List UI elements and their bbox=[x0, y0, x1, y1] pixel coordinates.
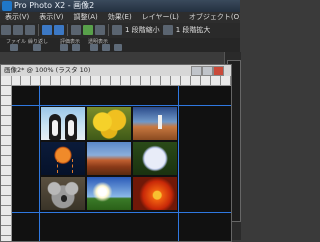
photo-koala[interactable] bbox=[40, 176, 86, 211]
photo-lighthouse[interactable] bbox=[132, 106, 178, 141]
menu-item-view-1[interactable]: 表示(V) bbox=[0, 12, 34, 23]
menu-item-adjust[interactable]: 調整(A) bbox=[69, 12, 103, 23]
menu-item-layer[interactable]: レイヤー(L) bbox=[137, 12, 184, 23]
zoom-out-button[interactable]: 1 段階縮小 bbox=[123, 23, 162, 38]
photo-sky[interactable] bbox=[86, 176, 132, 211]
crop-icon[interactable] bbox=[71, 25, 81, 35]
redo-icon[interactable] bbox=[54, 25, 64, 35]
photo-flower[interactable] bbox=[132, 176, 178, 211]
photo-penguins[interactable] bbox=[40, 106, 86, 141]
menu-item-view-2[interactable]: 表示(V) bbox=[34, 12, 68, 23]
zoom-in-icon[interactable] bbox=[162, 25, 173, 35]
toolbar-separator bbox=[108, 24, 109, 36]
save-icon[interactable] bbox=[25, 25, 35, 35]
zoom-out-icon[interactable] bbox=[112, 25, 122, 35]
new-icon[interactable] bbox=[1, 25, 11, 35]
rating-toggle-icon[interactable] bbox=[72, 44, 80, 51]
document-title: 画像2* @ 100% (ラスタ 10) bbox=[4, 66, 91, 74]
app-icon bbox=[2, 1, 12, 11]
window-titlebar: Pro Photo X2 - 画像2 bbox=[0, 0, 240, 12]
menu-item-effects[interactable]: 効果(E) bbox=[103, 12, 137, 23]
secondary-toolbar: ファイル 繰り返し 評価表示 透明表示 bbox=[0, 38, 240, 52]
document-titlebar[interactable]: 画像2* @ 100% (ラスタ 10) bbox=[1, 65, 231, 76]
guide-line-horizontal[interactable] bbox=[12, 212, 231, 213]
repeat-icon[interactable] bbox=[33, 44, 41, 51]
file-icon[interactable] bbox=[10, 44, 18, 51]
photo-jellyfish[interactable] bbox=[40, 141, 86, 176]
maximize-icon[interactable] bbox=[202, 66, 213, 76]
main-toolbar: 1 段階縮小 1 段階拡大 bbox=[0, 23, 240, 38]
open-icon[interactable] bbox=[13, 25, 23, 35]
window-title: Pro Photo X2 - 画像2 bbox=[14, 1, 95, 10]
horizontal-ruler[interactable] bbox=[11, 76, 231, 86]
undo-icon[interactable] bbox=[42, 25, 52, 35]
photo-hydrangea[interactable] bbox=[132, 141, 178, 176]
zoom-in-button[interactable]: 1 段階拡大 bbox=[174, 23, 213, 38]
transparency-icon[interactable] bbox=[90, 44, 98, 51]
vertical-ruler[interactable] bbox=[1, 76, 12, 241]
rating-icon[interactable] bbox=[60, 44, 68, 51]
toolbar-separator bbox=[38, 24, 39, 36]
guide-line-vertical[interactable] bbox=[178, 86, 179, 241]
photo-grid bbox=[40, 106, 178, 211]
rotate-icon[interactable] bbox=[95, 25, 105, 35]
photo-tulips[interactable] bbox=[86, 106, 132, 141]
image-canvas[interactable] bbox=[12, 86, 231, 241]
close-icon[interactable] bbox=[213, 66, 224, 76]
guide-icon[interactable] bbox=[114, 44, 122, 51]
menu-bar: 表示(V)表示(V)調整(A)効果(E)レイヤー(L)オブジェクト(O)文字 bbox=[0, 12, 240, 23]
adjust-icon[interactable] bbox=[83, 25, 93, 35]
grid-icon[interactable] bbox=[102, 44, 110, 51]
menu-item-object[interactable]: オブジェクト(O) bbox=[184, 12, 240, 23]
toolbar-separator bbox=[67, 24, 68, 36]
penguin-shape bbox=[49, 114, 61, 140]
photo-desert[interactable] bbox=[86, 141, 132, 176]
minimize-icon[interactable] bbox=[191, 66, 202, 76]
document-window: 画像2* @ 100% (ラスタ 10) bbox=[0, 64, 232, 242]
penguin-shape bbox=[65, 114, 77, 140]
